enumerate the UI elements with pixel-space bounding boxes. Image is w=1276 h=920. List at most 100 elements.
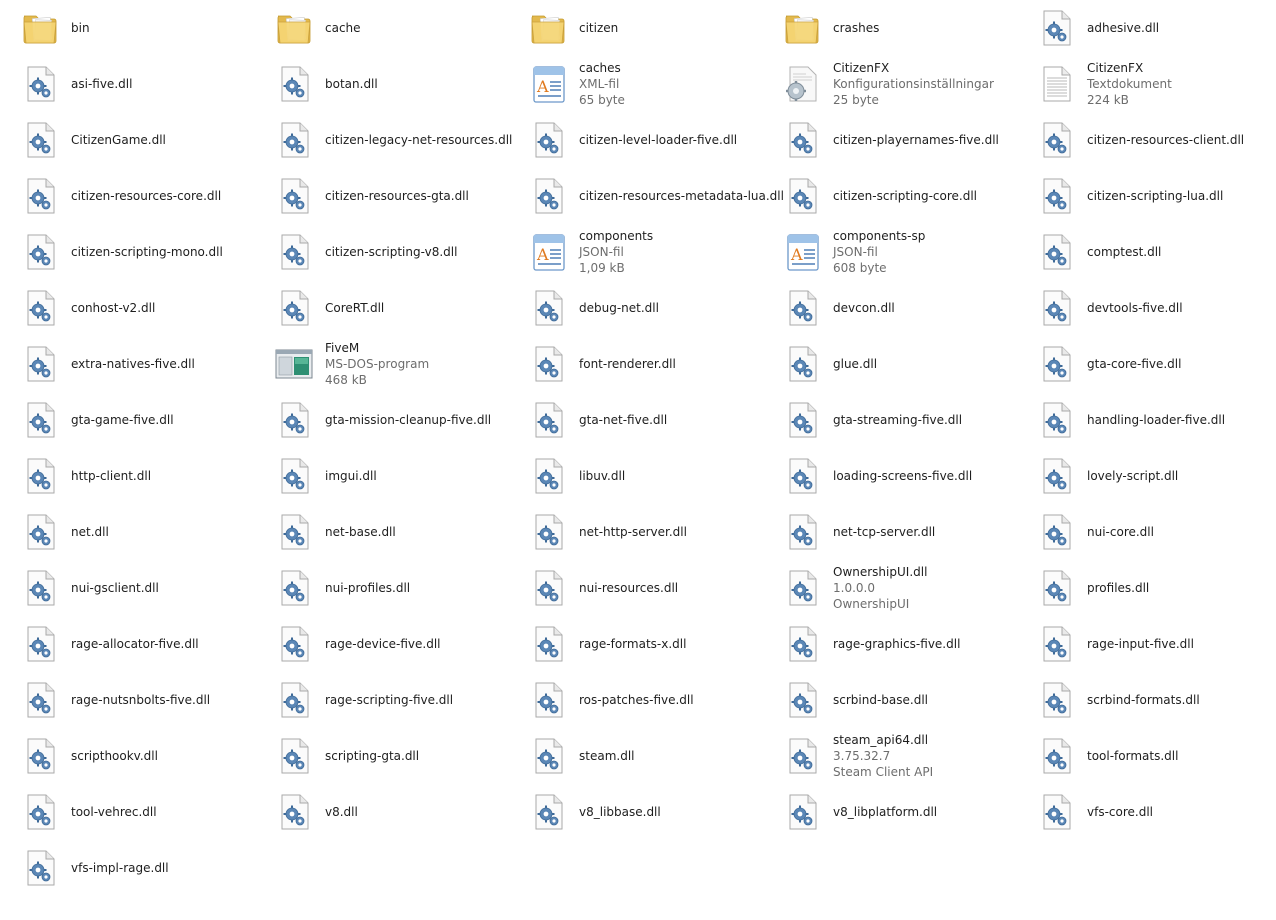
file-item[interactable]: bin — [4, 2, 254, 54]
file-item[interactable]: v8.dll — [258, 786, 508, 838]
file-item[interactable]: FiveM MS-DOS-program 468 kB — [258, 338, 508, 390]
file-item[interactable]: conhost-v2.dll — [4, 282, 254, 334]
file-item[interactable]: nui-core.dll — [1020, 506, 1270, 558]
file-name: cache — [325, 21, 361, 35]
file-item[interactable]: rage-scripting-five.dll — [258, 674, 508, 726]
file-name: net-tcp-server.dll — [833, 525, 936, 539]
file-item[interactable]: citizen-legacy-net-resources.dll — [258, 114, 512, 166]
file-item[interactable]: net-tcp-server.dll — [766, 506, 1016, 558]
file-item[interactable]: scrbind-formats.dll — [1020, 674, 1270, 726]
file-item[interactable]: gta-core-five.dll — [1020, 338, 1270, 390]
file-item[interactable]: http-client.dll — [4, 450, 254, 502]
file-item[interactable]: OwnershipUI.dll 1.0.0.0 OwnershipUI — [766, 562, 1016, 614]
file-item[interactable]: profiles.dll — [1020, 562, 1270, 614]
file-item[interactable]: ros-patches-five.dll — [512, 674, 762, 726]
file-name: tool-vehrec.dll — [71, 805, 157, 819]
file-name: v8.dll — [325, 805, 358, 819]
file-item[interactable]: asi-five.dll — [4, 58, 254, 110]
file-item[interactable]: extra-natives-five.dll — [4, 338, 254, 390]
file-item[interactable]: gta-mission-cleanup-five.dll — [258, 394, 508, 446]
file-item[interactable]: CitizenGame.dll — [4, 114, 254, 166]
file-item[interactable]: citizen-resources-gta.dll — [258, 170, 508, 222]
file-name: citizen-scripting-mono.dll — [71, 245, 223, 259]
file-item[interactable]: lovely-script.dll — [1020, 450, 1270, 502]
file-item[interactable]: CitizenFX Textdokument 224 kB — [1020, 58, 1270, 110]
file-detail: 65 byte — [579, 93, 625, 107]
file-item[interactable]: nui-profiles.dll — [258, 562, 508, 614]
file-item[interactable]: citizen-resources-client.dll — [1020, 114, 1270, 166]
file-item[interactable]: tool-vehrec.dll — [4, 786, 254, 838]
file-item[interactable]: glue.dll — [766, 338, 1016, 390]
file-item[interactable]: CoreRT.dll — [258, 282, 508, 334]
file-name: citizen-resources-client.dll — [1087, 133, 1245, 147]
file-item[interactable]: rage-formats-x.dll — [512, 618, 762, 670]
file-item[interactable]: scripthookv.dll — [4, 730, 254, 782]
file-item[interactable]: gta-streaming-five.dll — [766, 394, 1016, 446]
file-item[interactable]: net-base.dll — [258, 506, 508, 558]
file-name: libuv.dll — [579, 469, 626, 483]
file-item[interactable]: botan.dll — [258, 58, 508, 110]
file-name: nui-core.dll — [1087, 525, 1154, 539]
folder-icon — [782, 8, 822, 48]
file-item[interactable]: citizen-resources-core.dll — [4, 170, 254, 222]
file-item[interactable]: devcon.dll — [766, 282, 1016, 334]
dll-file-icon — [1036, 232, 1076, 272]
file-item[interactable]: citizen-scripting-lua.dll — [1020, 170, 1270, 222]
file-item[interactable]: rage-graphics-five.dll — [766, 618, 1016, 670]
file-name: handling-loader-five.dll — [1087, 413, 1226, 427]
file-item[interactable]: adhesive.dll — [1020, 2, 1270, 54]
file-text: lovely-script.dll — [1087, 468, 1178, 484]
file-item[interactable]: citizen — [512, 2, 762, 54]
file-item[interactable]: debug-net.dll — [512, 282, 762, 334]
dll-file-icon — [274, 456, 314, 496]
file-item[interactable]: citizen-scripting-mono.dll — [4, 226, 254, 278]
file-item[interactable]: tool-formats.dll — [1020, 730, 1270, 782]
file-item[interactable]: CitizenFX Konfigurationsinställningar 25 b… — [766, 58, 1016, 110]
file-item[interactable]: A components-sp JSON-fil 608 byte — [766, 226, 1016, 278]
file-item[interactable]: nui-resources.dll — [512, 562, 762, 614]
file-item[interactable]: gta-net-five.dll — [512, 394, 762, 446]
file-item[interactable]: gta-game-five.dll — [4, 394, 254, 446]
file-item[interactable]: citizen-scripting-core.dll — [766, 170, 1016, 222]
file-text: comptest.dll — [1087, 244, 1161, 260]
file-item[interactable]: net-http-server.dll — [512, 506, 762, 558]
file-item[interactable]: imgui.dll — [258, 450, 508, 502]
file-item[interactable]: citizen-playernames-five.dll — [766, 114, 1016, 166]
file-item[interactable]: comptest.dll — [1020, 226, 1270, 278]
file-item[interactable]: rage-device-five.dll — [258, 618, 508, 670]
file-item[interactable]: scripting-gta.dll — [258, 730, 508, 782]
file-item[interactable]: vfs-impl-rage.dll — [4, 842, 254, 894]
file-item[interactable]: steam_api64.dll 3.75.32.7 Steam Client API — [766, 730, 1016, 782]
file-text: loading-screens-five.dll — [833, 468, 972, 484]
file-item[interactable]: A caches XML-fil 65 byte — [512, 58, 762, 110]
file-item[interactable]: loading-screens-five.dll — [766, 450, 1016, 502]
dll-file-icon — [20, 736, 60, 776]
dll-file-icon — [528, 736, 568, 776]
file-item[interactable]: citizen-scripting-v8.dll — [258, 226, 508, 278]
dll-file-icon — [782, 792, 822, 832]
file-item[interactable]: v8_libbase.dll — [512, 786, 762, 838]
file-item[interactable]: citizen-level-loader-five.dll — [512, 114, 762, 166]
file-item[interactable]: v8_libplatform.dll — [766, 786, 1016, 838]
file-item[interactable]: rage-input-five.dll — [1020, 618, 1270, 670]
file-item[interactable]: cache — [258, 2, 508, 54]
file-name: imgui.dll — [325, 469, 377, 483]
file-name: lovely-script.dll — [1087, 469, 1179, 483]
file-item[interactable]: rage-nutsnbolts-five.dll — [4, 674, 254, 726]
file-item[interactable]: vfs-core.dll — [1020, 786, 1270, 838]
file-item[interactable]: rage-allocator-five.dll — [4, 618, 254, 670]
file-item[interactable]: devtools-five.dll — [1020, 282, 1270, 334]
file-item[interactable]: font-renderer.dll — [512, 338, 762, 390]
dll-file-icon — [20, 64, 60, 104]
file-item[interactable]: steam.dll — [512, 730, 762, 782]
file-item[interactable]: libuv.dll — [512, 450, 762, 502]
file-item[interactable]: scrbind-base.dll — [766, 674, 1016, 726]
file-name: rage-scripting-five.dll — [325, 693, 454, 707]
file-name: botan.dll — [325, 77, 378, 91]
file-item[interactable]: net.dll — [4, 506, 254, 558]
file-item[interactable]: A components JSON-fil 1,09 kB — [512, 226, 762, 278]
file-item[interactable]: citizen-resources-metadata-lua.dll — [512, 170, 784, 222]
file-item[interactable]: crashes — [766, 2, 1016, 54]
file-item[interactable]: handling-loader-five.dll — [1020, 394, 1270, 446]
file-item[interactable]: nui-gsclient.dll — [4, 562, 254, 614]
